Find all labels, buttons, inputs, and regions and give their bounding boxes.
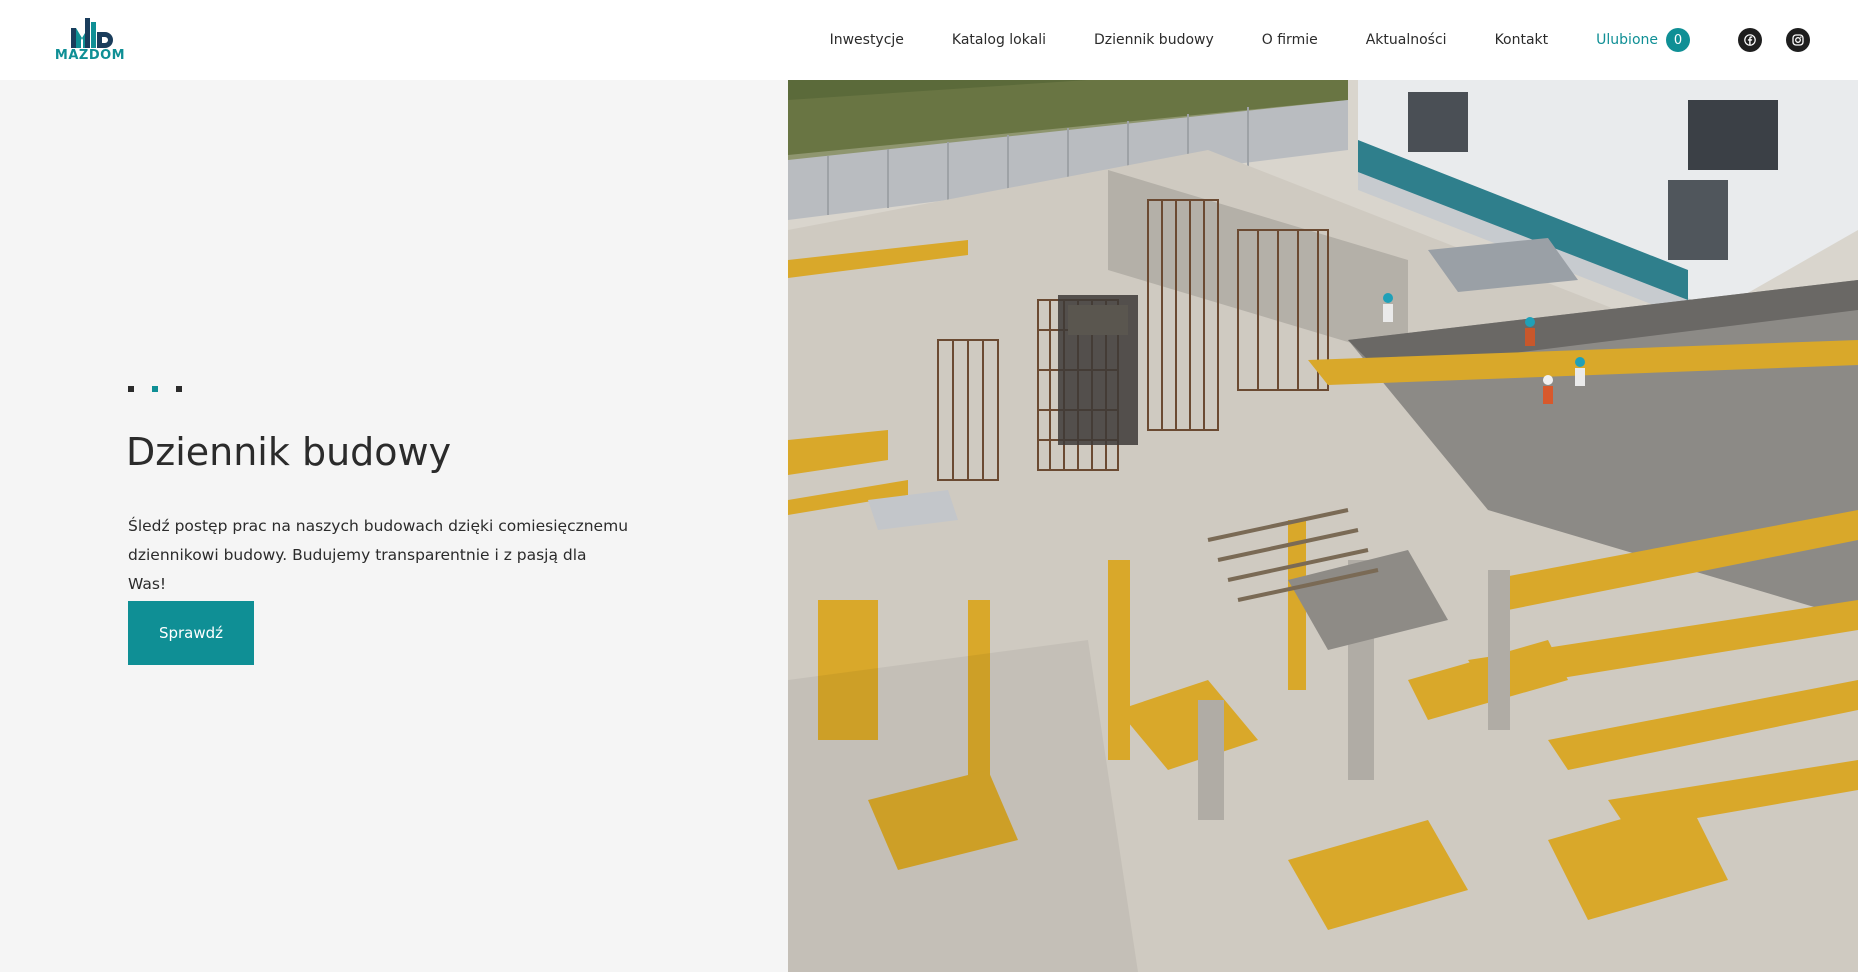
site-header: MAZDOM Inwestycje Katalog lokali Dzienni… [0,0,1858,80]
dot [128,386,134,392]
construction-site-photo [788,80,1858,972]
nav-item-favorites[interactable]: Ulubione 0 [1596,28,1690,52]
construction-site-illustration [788,80,1858,972]
hero-title: Dziennik budowy [126,430,452,474]
facebook-icon[interactable] [1738,28,1762,52]
check-button[interactable]: Sprawdź [128,601,254,665]
dot-accent [152,386,158,392]
nav-item-o-firmie[interactable]: O firmie [1262,32,1318,48]
nav-item-kontakt[interactable]: Kontakt [1495,32,1549,48]
logo-text: MAZDOM [54,48,126,63]
favorites-label: Ulubione [1596,32,1658,48]
nav-item-inwestycje[interactable]: Inwestycje [830,32,904,48]
main-nav: Inwestycje Katalog lokali Dziennik budow… [830,0,1858,80]
favorites-count-badge: 0 [1666,28,1690,52]
dot [176,386,182,392]
logo[interactable]: MAZDOM [47,18,133,63]
hero-content: Dziennik budowy Śledź postęp prac na nas… [0,80,788,972]
nav-item-dziennik-budowy[interactable]: Dziennik budowy [1094,32,1214,48]
decorative-dots [128,386,200,392]
hero-description: Śledź postęp prac na naszych budowach dz… [128,517,629,593]
instagram-icon[interactable] [1786,28,1810,52]
nav-item-aktualnosci[interactable]: Aktualności [1366,32,1447,48]
nav-item-katalog-lokali[interactable]: Katalog lokali [952,32,1046,48]
logo-mark-icon [71,18,113,48]
